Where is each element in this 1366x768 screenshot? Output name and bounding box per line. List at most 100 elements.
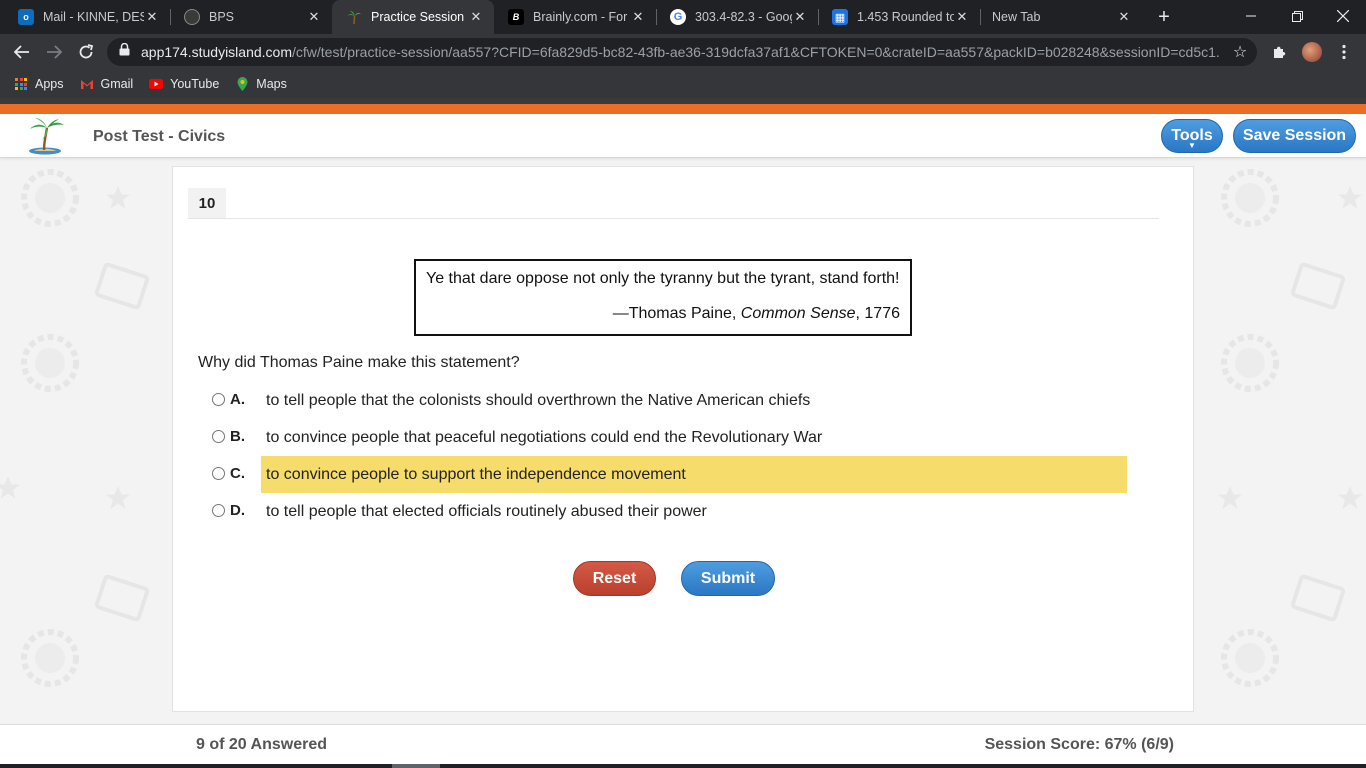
- tab-title: Practice Session - Study Island: [371, 10, 468, 24]
- question-number: 10: [188, 188, 226, 218]
- tab-brainly[interactable]: B Brainly.com - For students. By student…: [494, 0, 656, 34]
- answer-option-b[interactable]: B. to convince people that peaceful nego…: [211, 419, 1127, 456]
- question-prompt: Why did Thomas Paine make this statement…: [198, 354, 520, 371]
- extensions-puzzle-icon[interactable]: [1270, 42, 1290, 62]
- bookmark-apps[interactable]: Apps: [14, 77, 64, 91]
- tab-title: 303.4-82.3 - Google Search: [695, 10, 792, 24]
- close-tab-icon[interactable]: ✕: [468, 9, 484, 25]
- browser-toolbar: app174.studyisland.com/cfw/test/practice…: [0, 34, 1366, 70]
- option-text[interactable]: to convince people that peaceful negotia…: [261, 419, 1127, 456]
- bookmarks-bar: Apps Gmail YouTube Maps: [0, 70, 1366, 98]
- outlook-icon: o: [18, 9, 34, 25]
- radio-a[interactable]: [212, 393, 225, 406]
- option-letter: C.: [230, 465, 245, 482]
- save-session-label: Save Session: [1242, 127, 1347, 144]
- tab-bps[interactable]: BPS ✕: [170, 0, 332, 34]
- apps-grid-icon: [14, 77, 28, 91]
- bookmark-youtube[interactable]: YouTube: [149, 77, 219, 91]
- url-path: /cfw/test/practice-session/aa557?CFID=6f…: [292, 44, 1221, 60]
- reset-button[interactable]: Reset: [573, 561, 656, 596]
- tools-button[interactable]: Tools ▼: [1161, 119, 1223, 153]
- quote-box: Ye that dare oppose not only the tyranny…: [414, 259, 912, 336]
- arrow-left-icon: [14, 45, 29, 59]
- quote-attribution: —Thomas Paine, Common Sense, 1776: [426, 305, 900, 323]
- status-footer: 9 of 20 Answered Session Score: 67% (6/9…: [0, 724, 1366, 764]
- profile-avatar[interactable]: [1302, 42, 1322, 62]
- lock-icon: [119, 42, 131, 61]
- radio-b[interactable]: [212, 430, 225, 443]
- bookmark-label: Maps: [256, 77, 287, 91]
- study-island-logo: [24, 114, 68, 156]
- gmail-icon: [80, 77, 94, 91]
- attribution-author: —Thomas Paine,: [612, 305, 741, 322]
- attribution-year: , 1776: [855, 305, 900, 322]
- maps-pin-icon: [235, 77, 249, 91]
- option-text-highlighted[interactable]: to convince people to support the indepe…: [261, 456, 1127, 493]
- radio-d[interactable]: [212, 504, 225, 517]
- caret-down-icon: ▼: [1188, 141, 1196, 150]
- restore-button[interactable]: [1274, 0, 1320, 32]
- tab-google-search[interactable]: G 303.4-82.3 - Google Search ✕: [656, 0, 818, 34]
- bookmark-label: YouTube: [170, 77, 220, 91]
- bookmark-maps[interactable]: Maps: [235, 77, 287, 91]
- minimize-button[interactable]: [1228, 0, 1274, 32]
- close-tab-icon[interactable]: ✕: [792, 9, 808, 25]
- option-letter: B.: [230, 428, 245, 445]
- radio-c[interactable]: [212, 467, 225, 480]
- bookmark-star-icon[interactable]: ☆: [1231, 43, 1249, 61]
- brainly-icon: B: [508, 9, 524, 25]
- window-bottom-edge: [0, 764, 1366, 768]
- close-tab-icon[interactable]: ✕: [954, 9, 970, 25]
- bookmark-label: Apps: [35, 77, 64, 91]
- forward-button[interactable]: [42, 40, 66, 64]
- question-card: 10 Ye that dare oppose not only the tyra…: [172, 166, 1194, 712]
- bookmark-label: Gmail: [100, 77, 134, 91]
- page-title: Post Test - Civics: [93, 128, 226, 145]
- arrow-right-icon: [47, 45, 62, 59]
- tab-title: 1.453 Rounded to the nearest tenth: [857, 10, 954, 24]
- new-tab-button[interactable]: +: [1152, 5, 1176, 29]
- quote-text: Ye that dare oppose not only the tyranny…: [426, 270, 900, 287]
- save-session-button[interactable]: Save Session: [1233, 119, 1356, 153]
- browser-tab-strip: o Mail - KINNE, DESTINY - Outlook ✕ BPS …: [0, 0, 1366, 34]
- submit-button[interactable]: Submit: [681, 561, 775, 596]
- close-tab-icon[interactable]: ✕: [1116, 9, 1132, 25]
- close-icon: [1337, 10, 1349, 22]
- youtube-icon: [149, 77, 164, 91]
- option-text[interactable]: to tell people that elected officials ro…: [261, 493, 1127, 530]
- tab-rounding-calculator[interactable]: ▦ 1.453 Rounded to the nearest tenth ✕: [818, 0, 980, 34]
- tab-new-tab[interactable]: New Tab ✕: [980, 0, 1142, 34]
- palm-tree-icon: [346, 9, 362, 25]
- option-text[interactable]: to tell people that the colonists should…: [261, 382, 1127, 419]
- close-tab-icon[interactable]: ✕: [306, 9, 322, 25]
- tab-outlook-mail[interactable]: o Mail - KINNE, DESTINY - Outlook ✕: [4, 0, 170, 34]
- option-letter: A.: [230, 391, 245, 408]
- tab-title: New Tab: [992, 10, 1041, 24]
- address-bar[interactable]: app174.studyisland.com/cfw/test/practice…: [107, 38, 1257, 66]
- tab-practice-session[interactable]: Practice Session - Study Island ✕: [332, 0, 494, 34]
- tab-title: Brainly.com - For students. By students.: [533, 10, 630, 24]
- bookmark-gmail[interactable]: Gmail: [80, 77, 134, 91]
- option-letter: D.: [230, 502, 245, 519]
- answer-option-c[interactable]: C. to convince people to support the ind…: [211, 456, 1127, 493]
- answered-count: 9 of 20 Answered: [196, 736, 328, 753]
- tab-title: Mail - KINNE, DESTINY - Outlook: [43, 10, 144, 24]
- reload-icon: [79, 44, 94, 59]
- scroll-indicator: [392, 764, 440, 768]
- back-button[interactable]: [10, 40, 34, 64]
- reload-button[interactable]: [74, 40, 98, 64]
- app-header: Post Test - Civics Tools ▼ Save Session: [0, 114, 1366, 158]
- answer-option-a[interactable]: A. to tell people that the colonists sho…: [211, 382, 1127, 419]
- brand-accent-bar: [0, 104, 1366, 114]
- session-score: Session Score: 67% (6/9): [984, 736, 1174, 753]
- restore-icon: [1291, 10, 1303, 22]
- url-host: app174.studyisland.com: [141, 44, 292, 60]
- divider: [188, 218, 1159, 219]
- close-window-button[interactable]: [1320, 0, 1366, 32]
- calculator-icon: ▦: [832, 9, 848, 25]
- google-icon: G: [670, 9, 686, 25]
- close-tab-icon[interactable]: ✕: [144, 9, 160, 25]
- close-tab-icon[interactable]: ✕: [630, 9, 646, 25]
- answer-option-d[interactable]: D. to tell people that elected officials…: [211, 493, 1127, 530]
- more-vert-icon[interactable]: [1334, 42, 1354, 62]
